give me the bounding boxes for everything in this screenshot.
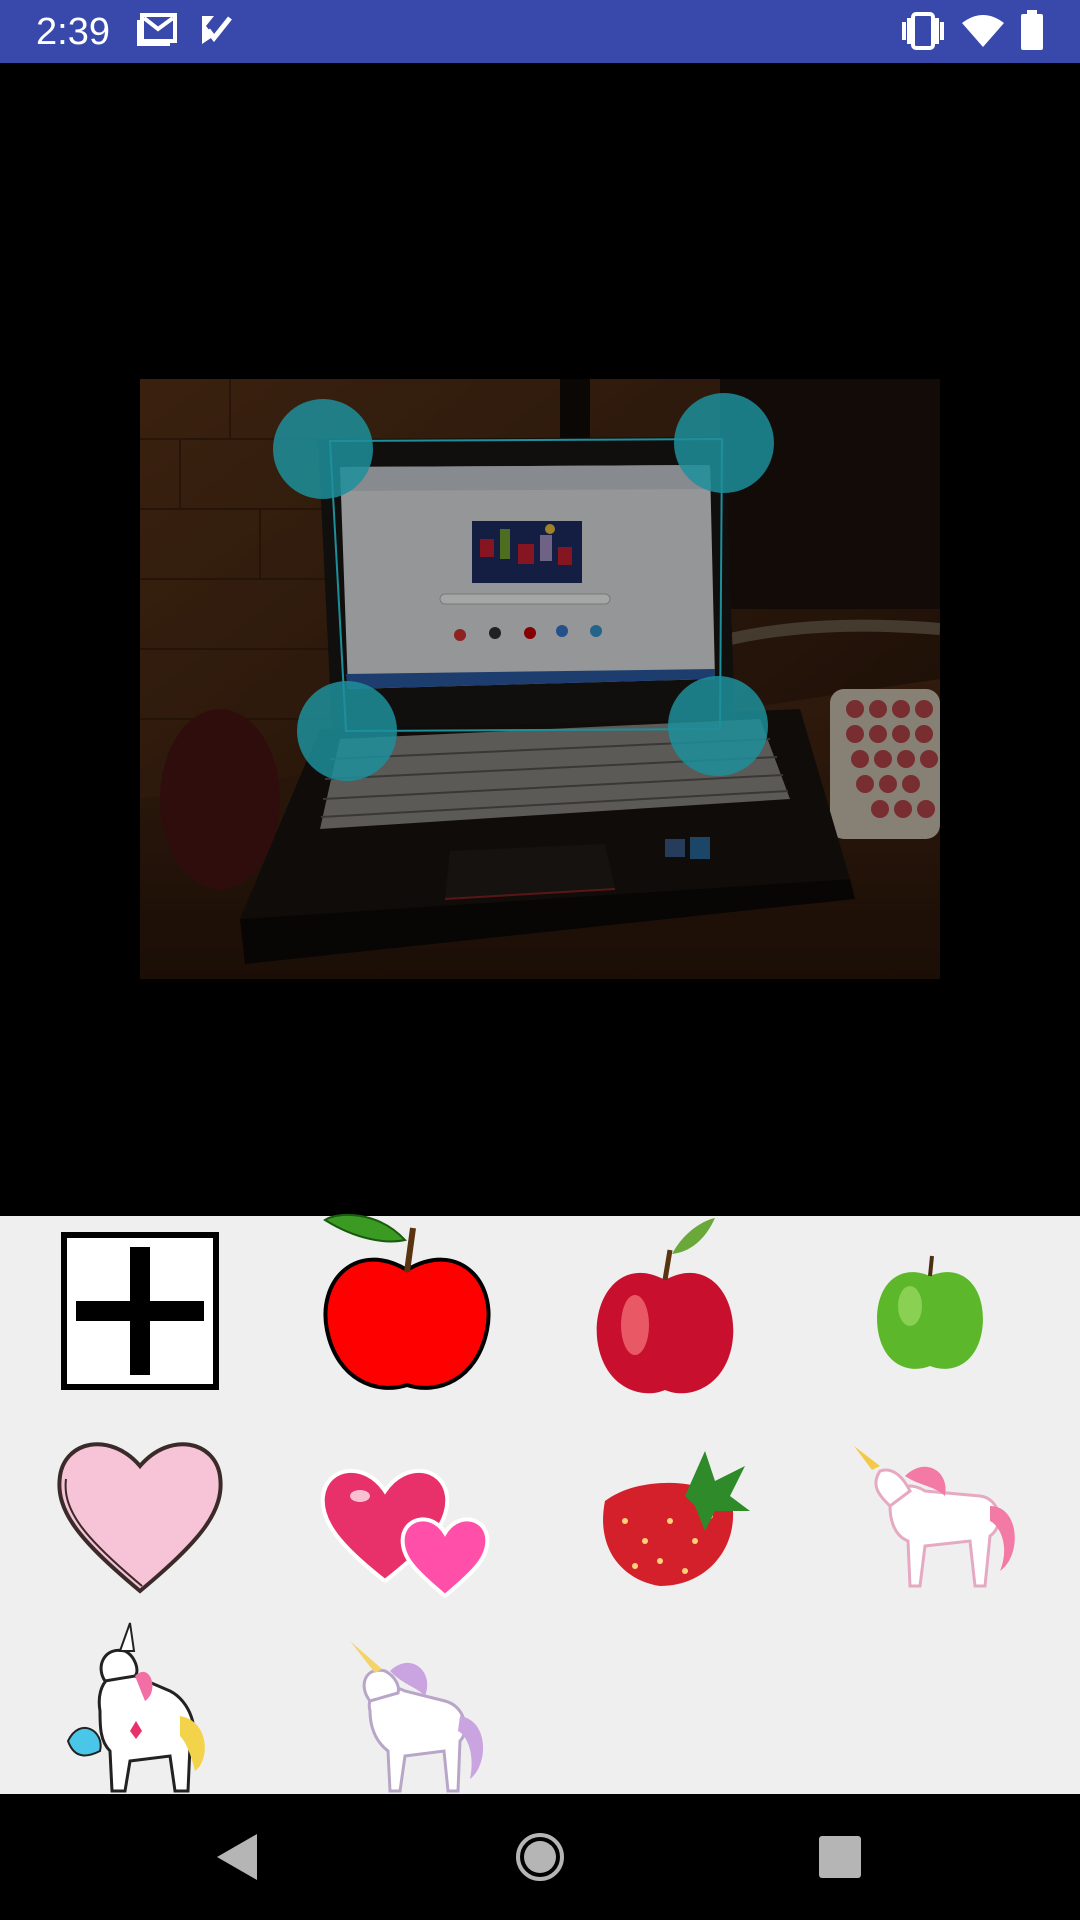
recents-icon[interactable] [795,1824,885,1890]
gmail-icon [137,13,177,46]
sticker-rainbow-unicorn[interactable] [45,1616,235,1806]
back-icon[interactable] [195,1824,285,1890]
battery-icon [1021,10,1043,50]
crop-handle-bottom-right[interactable] [668,676,768,776]
crop-handle-top-right[interactable] [674,393,774,493]
sticker-green-apple[interactable] [835,1216,1025,1406]
pink-unicorn-icon [854,1446,1015,1588]
vibrate-icon [902,12,944,50]
sticker-picker [0,1213,1080,1794]
sticker-red-apple-glossy[interactable] [570,1210,760,1400]
navigation-bar [0,1794,1080,1920]
red-apple-cartoon-icon [323,1213,491,1390]
crop-handle-bottom-left[interactable] [297,681,397,781]
wifi-icon [962,15,1004,47]
tasks-check-icon [202,16,232,44]
edited-photo[interactable] [140,379,940,979]
add-sticker-button[interactable] [45,1216,235,1406]
two-hearts-icon [320,1468,490,1599]
lilac-unicorn-icon [350,1641,484,1793]
strawberry-icon [603,1451,750,1586]
status-time: 2:39 [36,11,110,53]
sticker-lilac-unicorn[interactable] [310,1621,500,1811]
sticker-red-apple-cartoon[interactable] [312,1210,502,1400]
photo-editor-area [0,63,1080,1216]
green-apple-icon [877,1255,983,1369]
pink-heart-icon [57,1442,223,1594]
sticker-two-hearts[interactable] [310,1431,500,1621]
status-bar: 2:39 [0,0,1080,63]
sticker-strawberry[interactable] [575,1421,765,1611]
sticker-pink-heart[interactable] [45,1416,235,1606]
plus-icon [61,1232,219,1390]
sticker-pink-unicorn[interactable] [840,1421,1030,1611]
red-apple-glossy-icon [596,1218,734,1394]
home-icon[interactable] [495,1824,585,1890]
crop-handle-top-left[interactable] [273,399,373,499]
rainbow-unicorn-icon [66,1622,205,1793]
